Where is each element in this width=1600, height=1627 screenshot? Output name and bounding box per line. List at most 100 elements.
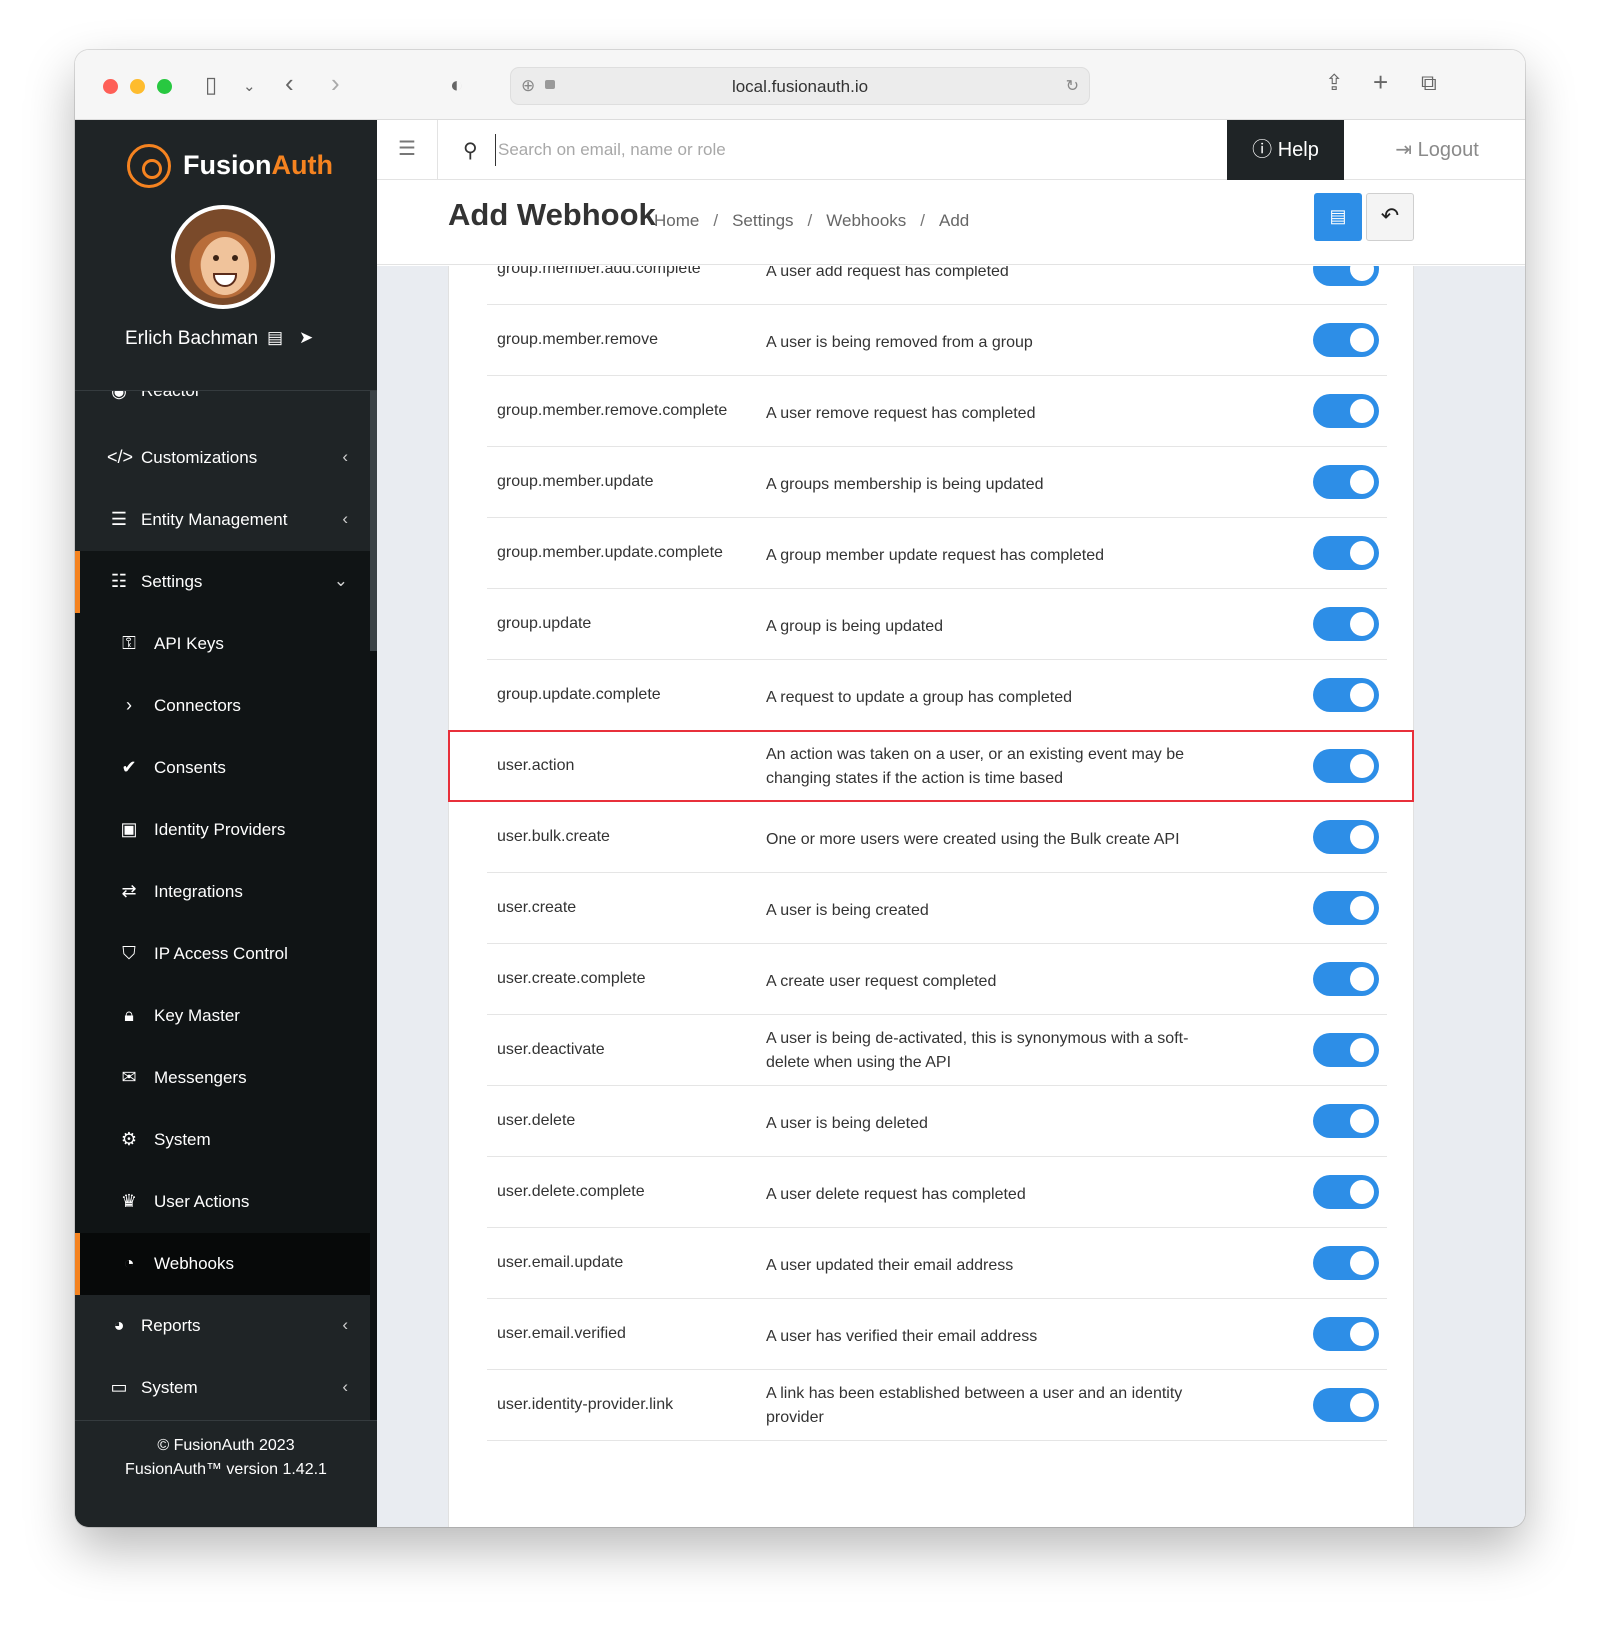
sidebar-item-customizations[interactable]: </> Customizations ‹ [75,427,370,489]
location-arrow-icon[interactable]: ➤ [299,328,313,348]
close-window-button[interactable] [103,79,118,94]
id-card-icon[interactable]: ▤ [267,328,283,348]
sidebar-item-entity-management[interactable]: ☰ Entity Management ‹ [75,489,370,551]
event-row: group.member.update A groups membership i… [487,447,1387,518]
share-icon[interactable]: ⇪ [1325,72,1343,94]
sidebar-scrollbar-thumb[interactable] [370,391,377,651]
help-label: Help [1277,139,1319,161]
trophy-icon: ♛ [120,1191,138,1211]
sidebar-item-api-keys[interactable]: ⚿ API Keys [75,613,370,675]
save-button[interactable]: ▤ [1314,193,1362,241]
event-enabled-toggle[interactable] [1313,962,1379,996]
event-enabled-toggle[interactable] [1313,891,1379,925]
toggle-knob [1350,612,1374,636]
event-row: user.delete.complete A user delete reques… [487,1157,1387,1228]
event-description: A user is being removed from a group [766,334,1033,351]
cog-icon: ⚙ [120,1129,138,1149]
sidebar-item-identity-providers[interactable]: ▣ Identity Providers [75,799,370,861]
event-row: group.member.add.complete A user add requ… [487,266,1387,305]
menu-toggle-icon[interactable]: ☰ [377,120,438,180]
help-button[interactable]: ⓘ Help [1227,120,1344,180]
event-enabled-toggle[interactable] [1313,266,1379,286]
top-bar: ☰ ⚲ ⓘ Help ⇥ Logout [377,120,1525,180]
event-enabled-toggle[interactable] [1313,607,1379,641]
sidebar-toggle-icon[interactable]: ▯ [205,74,217,96]
back-arrow-icon[interactable]: ‹ [285,70,294,96]
sidebar-item-messengers[interactable]: ✉ Messengers [75,1047,370,1109]
sidebar-item-reactor[interactable]: ◉ Reactor [75,391,370,409]
url-text: local.fusionauth.io [731,77,869,96]
event-enabled-toggle[interactable] [1313,323,1379,357]
event-description: One or more users were created using the… [766,831,1180,848]
sidebar-item-consents[interactable]: ✔ Consents [75,737,370,799]
event-enabled-toggle[interactable] [1313,536,1379,570]
id-badge-icon: ▣ [120,819,138,839]
event-enabled-toggle[interactable] [1313,678,1379,712]
address-bar[interactable]: ⊕ local.fusionauth.io ↻ [510,67,1090,105]
sidebar-item-webhooks[interactable]: ◔ Webhooks [75,1233,370,1295]
event-enabled-toggle[interactable] [1313,1104,1379,1138]
event-name: group.member.add.complete [497,266,701,277]
page-title: Add Webhook [448,197,656,232]
privacy-shield-icon[interactable]: ◐ [450,74,463,96]
event-description: A user remove request has completed [766,405,1036,422]
event-enabled-toggle[interactable] [1313,1175,1379,1209]
sidebar-item-system[interactable]: ▭ System ‹ [75,1357,370,1419]
back-button[interactable]: ↶ [1366,193,1414,241]
chevron-left-icon: ‹ [342,509,348,528]
check-icon: ✔ [121,757,137,777]
save-icon: ▤ [1329,206,1347,226]
event-enabled-toggle[interactable] [1313,749,1379,783]
search-input[interactable] [495,134,1195,166]
sliders-icon: ☷ [110,571,128,591]
event-name: user.delete [497,1112,576,1129]
breadcrumb-add: Add [939,211,970,230]
sidebar-item-integrations[interactable]: ⇄ Integrations [75,861,370,923]
forward-arrow-icon[interactable]: › [331,70,340,96]
minimize-window-button[interactable] [130,79,145,94]
sidebar-item-settings[interactable]: ☷ Settings ⌄ [75,551,370,613]
reload-icon[interactable]: ↻ [1066,76,1079,96]
page-header: Add Webhook Home / Settings / Webhooks / Add ▤… [377,181,1525,265]
event-enabled-toggle[interactable] [1313,1388,1379,1422]
sidebar-item-ip-access-control[interactable]: ⛉ IP Access Control [75,923,370,985]
event-name: user.bulk.create [497,828,610,845]
toggle-knob [1350,1251,1374,1275]
code-icon: </> [107,447,134,467]
sidebar-item-system-settings[interactable]: ⚙ System [75,1109,370,1171]
logout-button[interactable]: ⇥ Logout [1362,120,1512,180]
event-row: user.bulk.create One or more users were c… [487,802,1387,873]
breadcrumb-webhooks[interactable]: Webhooks [826,211,906,230]
event-description: A request to update a group has complete… [766,689,1072,706]
toggle-knob [1350,399,1374,423]
sidebar-scrollbar[interactable] [370,391,377,1420]
sidebar-item-key-master[interactable]: 🔒︎ Key Master [75,985,370,1047]
toggle-knob [1350,1038,1374,1062]
breadcrumb-home[interactable]: Home [654,211,699,230]
maximize-window-button[interactable] [157,79,172,94]
brand-name: FusionAuth [183,150,333,180]
sidebar-item-user-actions[interactable]: ♛ User Actions [75,1171,370,1233]
event-enabled-toggle[interactable] [1313,1317,1379,1351]
chevron-down-icon[interactable]: ⌄ [243,76,256,98]
event-name: group.member.update.complete [497,544,723,561]
event-enabled-toggle[interactable] [1313,394,1379,428]
sidebar-nav: ◉ Reactor </> Customizations ‹ ☰ Entity … [75,390,377,1420]
event-row: group.member.remove.complete A user remov… [487,376,1387,447]
new-tab-icon[interactable]: + [1373,69,1388,95]
toggle-knob [1350,1393,1374,1417]
event-enabled-toggle[interactable] [1313,820,1379,854]
event-enabled-toggle[interactable] [1313,1033,1379,1067]
event-enabled-toggle[interactable] [1313,465,1379,499]
sidebar-item-connectors[interactable]: › Connectors [75,675,370,737]
toggle-knob [1350,470,1374,494]
chevron-down-icon: ⌄ [333,571,348,590]
event-name: user.identity-provider.link [497,1396,674,1413]
breadcrumb-settings[interactable]: Settings [732,211,793,230]
event-enabled-toggle[interactable] [1313,1246,1379,1280]
sidebar-item-reports[interactable]: ◕ Reports ‹ [75,1295,370,1357]
event-name: group.member.remove.complete [497,402,728,419]
tabs-overview-icon[interactable]: ⧉ [1421,72,1437,94]
avatar [171,205,275,309]
event-row: user.create A user is being created [487,873,1387,944]
